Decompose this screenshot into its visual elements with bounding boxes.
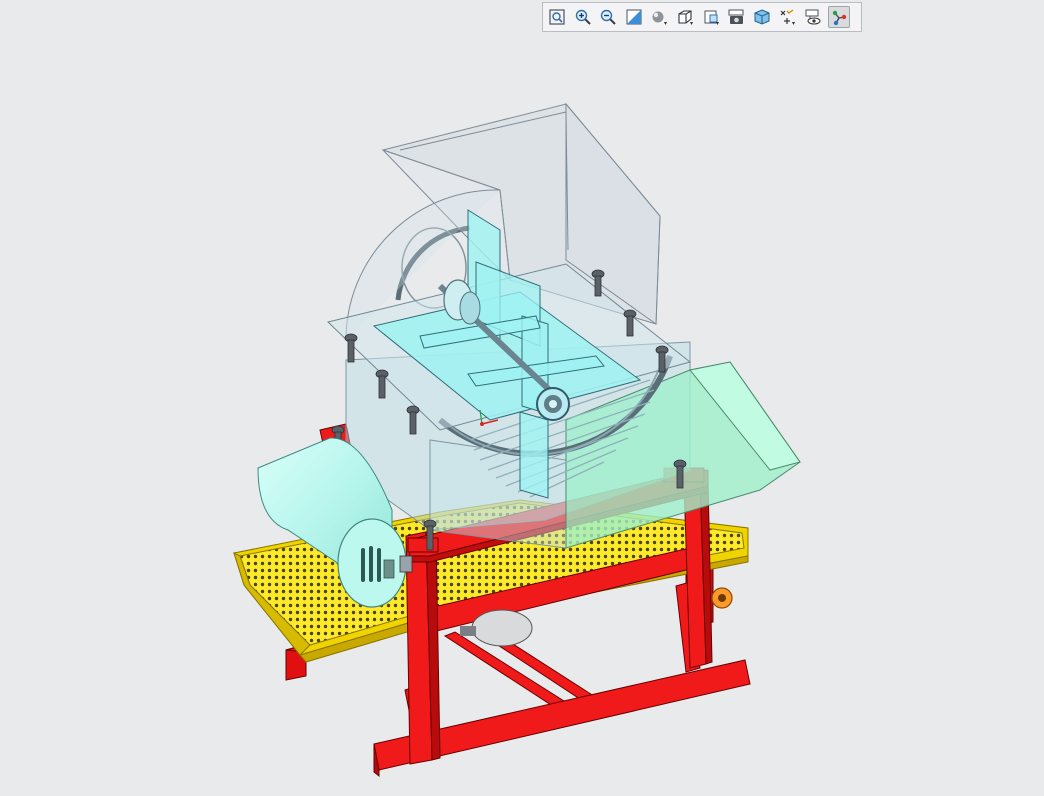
repaint-button[interactable]	[623, 6, 645, 28]
appearance-button[interactable]	[725, 6, 747, 28]
datum-filter-icon	[780, 9, 796, 25]
annotation-display-button[interactable]	[802, 6, 824, 28]
datum-display-button[interactable]	[776, 6, 798, 28]
display-style-icon	[652, 11, 668, 25]
cube-icon	[678, 10, 693, 25]
refit-button[interactable]	[546, 6, 568, 28]
zoom-out-button[interactable]	[597, 6, 619, 28]
graphics-window[interactable]	[0, 36, 1044, 796]
perspective-cube-icon	[754, 9, 770, 25]
view-manager-button[interactable]	[700, 6, 722, 28]
model-assembly[interactable]	[0, 36, 1044, 796]
spin-center-button[interactable]	[827, 6, 850, 28]
saved-orientations-button[interactable]	[674, 6, 696, 28]
perspective-button[interactable]	[751, 6, 773, 28]
zoom-in-icon	[575, 9, 591, 25]
annotation-eye-icon	[805, 9, 821, 25]
camera-icon	[728, 9, 744, 24]
display-style-button[interactable]	[648, 6, 670, 28]
spin-center-icon	[832, 10, 846, 26]
repaint-icon	[626, 9, 642, 25]
refit-icon	[549, 9, 565, 25]
zoom-out-icon	[600, 9, 616, 25]
view-toolbar	[542, 2, 862, 32]
view-manager-icon	[704, 10, 719, 25]
zoom-in-button[interactable]	[572, 6, 594, 28]
